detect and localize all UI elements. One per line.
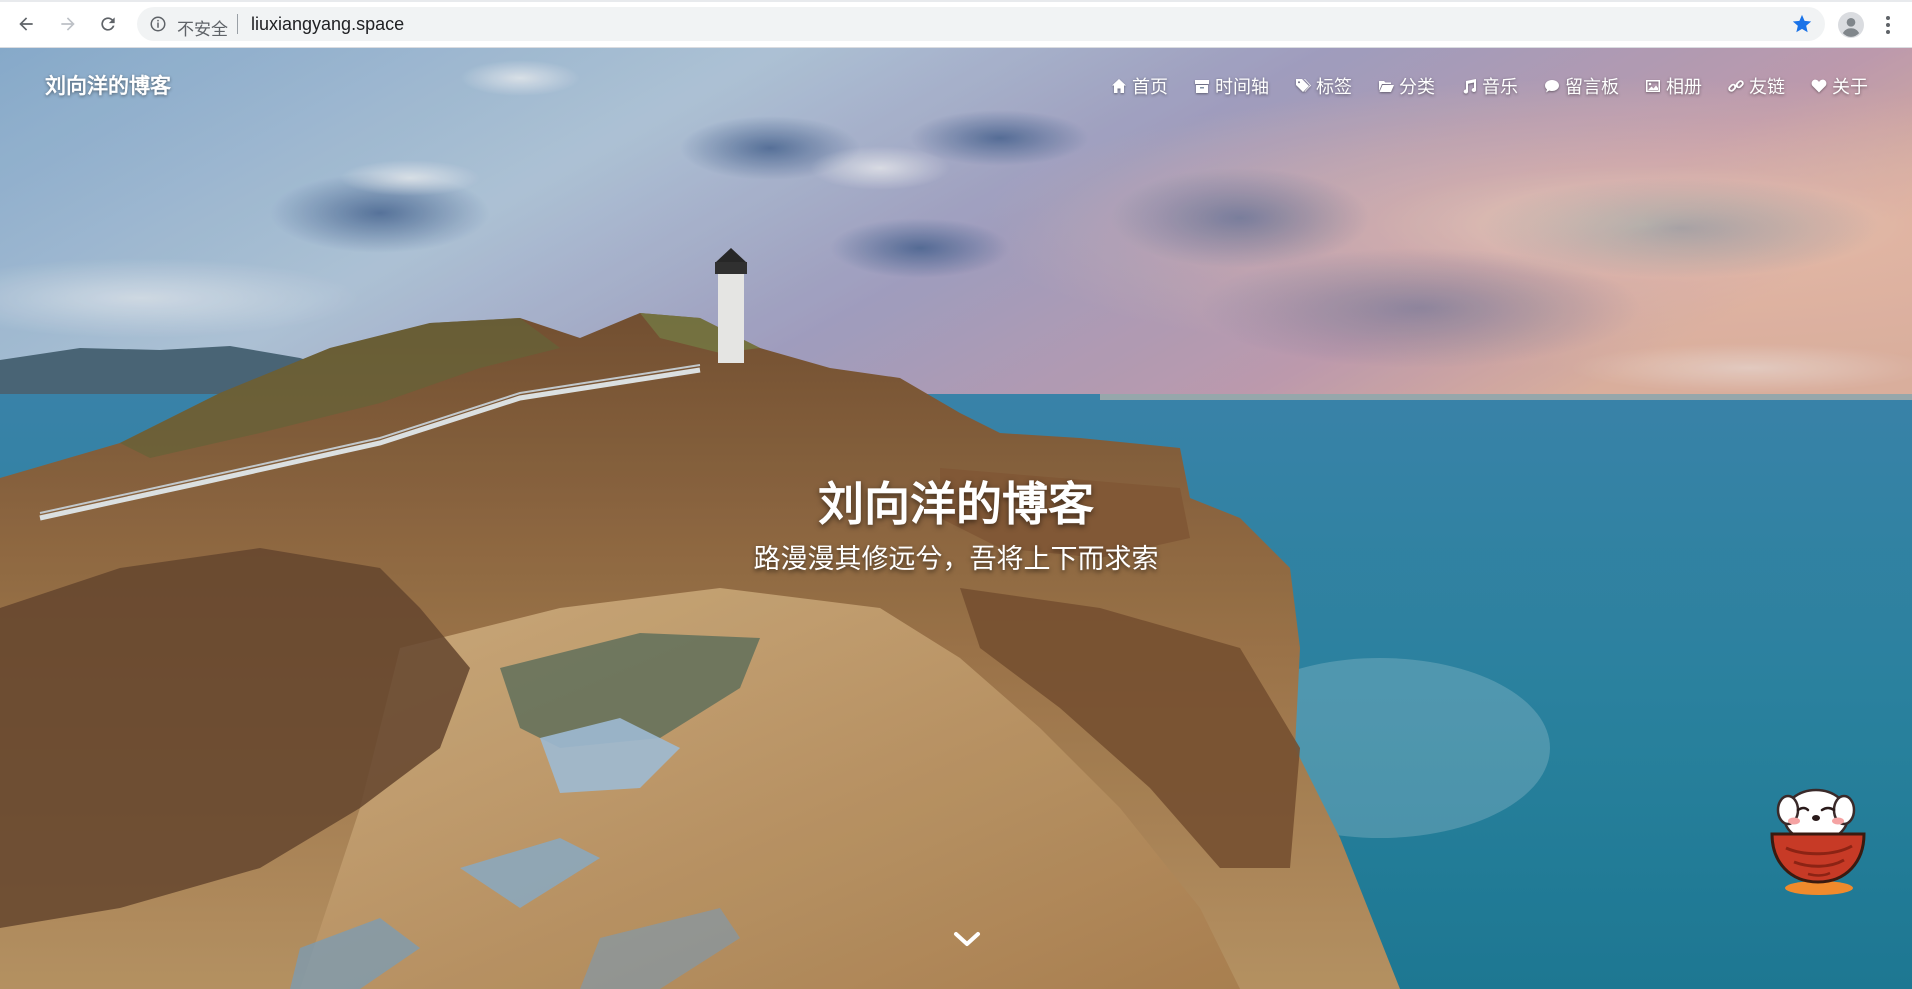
site-brand-logo[interactable]: 刘向洋的博客 xyxy=(45,70,171,100)
address-separator xyxy=(237,14,238,34)
back-arrow-icon xyxy=(19,17,33,31)
nav-item-label: 首页 xyxy=(1132,77,1168,98)
picture-icon xyxy=(1646,80,1660,92)
nav-item-label: 分类 xyxy=(1399,77,1435,98)
music-icon xyxy=(1463,79,1477,94)
hero-section: 刘向洋的博客 首页 时间轴 标签 分类 音乐 留言板 相册 友链 关于 刘向洋的… xyxy=(0,48,1912,989)
forward-arrow-icon xyxy=(61,17,75,31)
nav-item-label: 留言板 xyxy=(1565,77,1619,98)
comment-icon xyxy=(1545,80,1559,93)
reload-icon xyxy=(101,17,115,31)
forward-button[interactable] xyxy=(54,10,82,38)
nav-item-music[interactable]: 音乐 xyxy=(1461,73,1518,99)
nav-item-label: 时间轴 xyxy=(1215,77,1269,98)
heart-icon xyxy=(1811,79,1827,93)
nav-item-friends[interactable]: 友链 xyxy=(1728,73,1785,99)
address-bar[interactable]: 不安全 liuxiangyang.space xyxy=(137,7,1825,41)
home-icon xyxy=(1112,79,1126,93)
tags-icon xyxy=(1296,79,1311,92)
link-icon xyxy=(1728,80,1744,92)
hero-subtitle: 路漫漫其修远兮，吾将上下而求索 xyxy=(753,544,1159,575)
archive-icon xyxy=(1195,80,1209,93)
hero-title: 刘向洋的博客 xyxy=(818,477,1094,531)
info-icon[interactable] xyxy=(149,15,167,33)
nav-item-label: 音乐 xyxy=(1482,77,1518,98)
nav-item-label: 相册 xyxy=(1666,77,1702,98)
profile-icon[interactable] xyxy=(1838,12,1864,38)
folder-icon xyxy=(1379,81,1394,92)
nav-item-tags[interactable]: 标签 xyxy=(1295,73,1352,99)
reload-button[interactable] xyxy=(94,10,122,38)
chevron-down-icon[interactable] xyxy=(953,928,981,950)
browser-toolbar: 不安全 liuxiangyang.space xyxy=(0,0,1912,48)
dog-in-bowl-mascot-icon[interactable] xyxy=(1764,776,1874,896)
url-text[interactable]: liuxiangyang.space xyxy=(251,14,404,35)
kebab-menu-icon[interactable] xyxy=(1880,12,1896,38)
nav-item-guestbook[interactable]: 留言板 xyxy=(1544,73,1619,99)
nav-item-timeline[interactable]: 时间轴 xyxy=(1194,73,1269,99)
star-icon[interactable] xyxy=(1791,13,1813,35)
security-status-label[interactable]: 不安全 xyxy=(177,15,228,40)
tab-strip-edge xyxy=(0,0,1912,2)
main-nav: 首页 时间轴 标签 分类 音乐 留言板 相册 友链 关于 xyxy=(1111,73,1868,99)
nav-item-label: 标签 xyxy=(1316,77,1352,98)
nav-item-label: 友链 xyxy=(1749,77,1785,98)
nav-item-about[interactable]: 关于 xyxy=(1811,73,1868,99)
nav-item-categories[interactable]: 分类 xyxy=(1378,73,1435,99)
nav-item-gallery[interactable]: 相册 xyxy=(1645,73,1702,99)
nav-item-label: 关于 xyxy=(1832,77,1868,98)
back-button[interactable] xyxy=(12,10,40,38)
nav-item-home[interactable]: 首页 xyxy=(1111,73,1168,99)
